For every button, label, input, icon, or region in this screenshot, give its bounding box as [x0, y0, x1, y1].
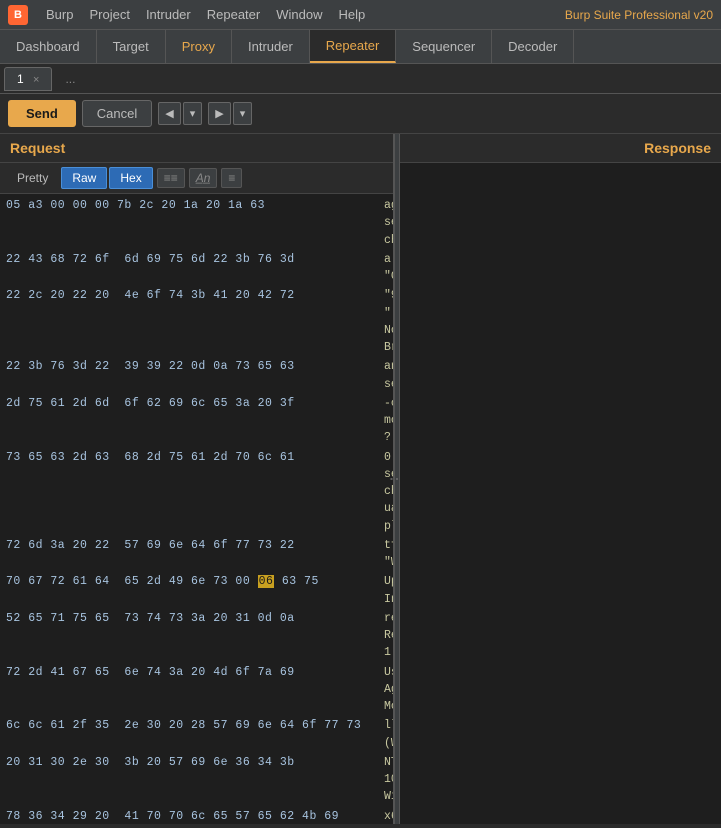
hex-row-11: 20 31 30 2e 30 3b 20 57 69 6e 36 34 3b N…: [0, 753, 393, 807]
toolbar: Send Cancel ◀ ▾ ▶ ▾: [0, 94, 721, 134]
repeater-tab-1[interactable]: 1 ×: [4, 67, 52, 91]
hex-row-2: 22 2c 20 22 20 4e 6f 74 3b 41 20 42 72 "…: [0, 286, 393, 357]
tab-decoder[interactable]: Decoder: [492, 30, 574, 63]
request-header: Request: [0, 134, 393, 163]
response-header: Response: [400, 134, 721, 163]
tab-bar: Dashboard Target Proxy Intruder Repeater…: [0, 30, 721, 64]
hex-bytes-4: 2d 75 61 2d 6d 6f 62 69 6c 65 3a 20 3f: [6, 395, 376, 447]
hex-row-5: 73 65 63 2d 63 68 2d 75 61 2d 70 6c 61 0…: [0, 448, 393, 536]
repeater-tab-1-close[interactable]: ×: [33, 74, 39, 86]
nav-forward-button[interactable]: ▶: [208, 102, 230, 125]
hex-row-12: 78 36 34 29 20 41 70 70 6c 65 57 65 62 4…: [0, 807, 393, 825]
hex-bytes-7: 70 67 72 61 64 65 2d 49 6e 73 00 06 63 7…: [6, 573, 376, 608]
hex-bytes-0: 05 a3 00 00 00 7b 2c 20 1a 20 1a 63: [6, 197, 376, 249]
hex-bytes-12: 78 36 34 29 20 41 70 70 6c 65 57 65 62 4…: [6, 808, 376, 825]
cancel-button[interactable]: Cancel: [82, 100, 152, 127]
hex-ascii-11: NT 10.0; Win64;: [376, 754, 393, 806]
response-panel: Response: [400, 134, 721, 824]
hex-bytes-6: 72 6d 3a 20 22 57 69 6e 64 6f 77 73 22: [6, 537, 376, 572]
hex-row-1: 22 43 68 72 6f 6d 69 75 6d 22 3b 76 3d a…: [0, 250, 393, 287]
hex-row-0: 05 a3 00 00 00 7b 2c 20 1a 20 1a 63 age:…: [0, 196, 393, 250]
hex-bytes-9: 72 2d 41 67 65 6e 74 3a 20 4d 6f 7a 69: [6, 664, 376, 716]
hex-ascii-1: a: "Chromium";v=: [376, 251, 393, 286]
hex-ascii-7: Upgrade-In�cu: [376, 573, 393, 608]
send-button[interactable]: Send: [8, 100, 76, 127]
version-label: Burp Suite Professional v20: [565, 8, 713, 22]
request-view-tabs: Pretty Raw Hex ≡≡ A̲n̲ ≡: [0, 163, 393, 194]
repeater-tab-more[interactable]: ...: [52, 67, 88, 91]
hex-ascii-0: age:0 sec chr a: [376, 197, 393, 249]
view-tab-hex[interactable]: Hex: [109, 167, 152, 189]
format-icon-button[interactable]: ≡≡: [157, 168, 185, 188]
nav-forward-group: ▶ ▾: [208, 102, 252, 125]
tab-repeater[interactable]: Repeater: [310, 30, 396, 63]
view-tab-pretty[interactable]: Pretty: [6, 167, 59, 189]
hex-ascii-8: re-Requests: 1: [376, 610, 393, 662]
hex-row-10: 6c 6c 61 2f 35 2e 30 20 28 57 69 6e 64 6…: [0, 716, 393, 753]
menu-burp[interactable]: Burp: [38, 5, 81, 24]
hex-bytes-10: 6c 6c 61 2f 35 2e 30 20 28 57 69 6e 64 6…: [6, 717, 376, 752]
repeater-tab-1-label: 1: [17, 72, 24, 86]
hex-row-7: 70 67 72 61 64 65 2d 49 6e 73 00 06 63 7…: [0, 572, 393, 609]
hex-row-3: 22 3b 76 3d 22 39 39 22 0d 0a 73 65 63 a…: [0, 357, 393, 394]
menu-help[interactable]: Help: [330, 5, 373, 24]
burp-logo: B: [8, 5, 28, 25]
hex-ascii-12: x64) AppleWebKi: [376, 808, 393, 825]
hex-row-9: 72 2d 41 67 65 6e 74 3a 20 4d 6f 7a 69 U…: [0, 663, 393, 717]
response-content[interactable]: [400, 163, 721, 824]
hex-bytes-8: 52 65 71 75 65 73 74 73 3a 20 31 0d 0a: [6, 610, 376, 662]
nav-back-group: ◀ ▾: [158, 102, 202, 125]
nav-forward-dropdown[interactable]: ▾: [233, 102, 253, 125]
request-panel: Request Pretty Raw Hex ≡≡ A̲n̲ ≡ 05 a3 0…: [0, 134, 394, 824]
search-icon-button[interactable]: A̲n̲: [189, 168, 218, 188]
hex-highlighted-byte: 06: [258, 575, 275, 588]
hex-row-6: 72 6d 3a 20 22 57 69 6e 64 6f 77 73 22 t…: [0, 536, 393, 573]
hex-ascii-5: 0 sec-ch-ua-pla: [376, 449, 393, 535]
hex-bytes-11: 20 31 30 2e 30 3b 20 57 69 6e 36 34 3b: [6, 754, 376, 806]
hex-ascii-3: and";v="99" sec: [376, 358, 393, 393]
menu-repeater[interactable]: Repeater: [199, 5, 268, 24]
hex-ascii-9: User-Agent: Mozi: [376, 664, 393, 716]
menu-window[interactable]: Window: [268, 5, 330, 24]
hex-row-4: 2d 75 61 2d 6d 6f 62 69 6c 65 3a 20 3f -…: [0, 394, 393, 448]
hex-row-8: 52 65 71 75 65 73 74 73 3a 20 31 0d 0a r…: [0, 609, 393, 663]
hex-ascii-10: lla/5.0 (Windows: [376, 717, 393, 752]
hex-bytes-3: 22 3b 76 3d 22 39 39 22 0d 0a 73 65 63: [6, 358, 376, 393]
nav-back-button[interactable]: ◀: [158, 102, 180, 125]
menu-bar: B Burp Project Intruder Repeater Window …: [0, 0, 721, 30]
tab-proxy[interactable]: Proxy: [166, 30, 232, 63]
hex-ascii-2: "97", " Not;A Br: [376, 287, 393, 356]
nav-back-dropdown[interactable]: ▾: [183, 102, 203, 125]
menu-intruder[interactable]: Intruder: [138, 5, 199, 24]
hex-bytes-1: 22 43 68 72 6f 6d 69 75 6d 22 3b 76 3d: [6, 251, 376, 286]
menu-project[interactable]: Project: [81, 5, 137, 24]
view-tab-raw[interactable]: Raw: [61, 167, 107, 189]
hex-ascii-6: tform: "Windows": [376, 537, 393, 572]
repeater-tab-bar: 1 × ...: [0, 64, 721, 94]
tab-sequencer[interactable]: Sequencer: [396, 30, 492, 63]
repeater-more-dots: ...: [65, 72, 75, 86]
main-area: Request Pretty Raw Hex ≡≡ A̲n̲ ≡ 05 a3 0…: [0, 134, 721, 824]
menu-icon-button[interactable]: ≡: [221, 168, 242, 188]
hex-ascii-4: -ch-ua-mobile: ?: [376, 395, 393, 447]
tab-dashboard[interactable]: Dashboard: [0, 30, 97, 63]
tab-intruder[interactable]: Intruder: [232, 30, 310, 63]
tab-target[interactable]: Target: [97, 30, 166, 63]
request-hex-content[interactable]: 05 a3 00 00 00 7b 2c 20 1a 20 1a 63 age:…: [0, 194, 393, 824]
hex-bytes-5: 73 65 63 2d 63 68 2d 75 61 2d 70 6c 61: [6, 449, 376, 535]
hex-bytes-2: 22 2c 20 22 20 4e 6f 74 3b 41 20 42 72: [6, 287, 376, 356]
